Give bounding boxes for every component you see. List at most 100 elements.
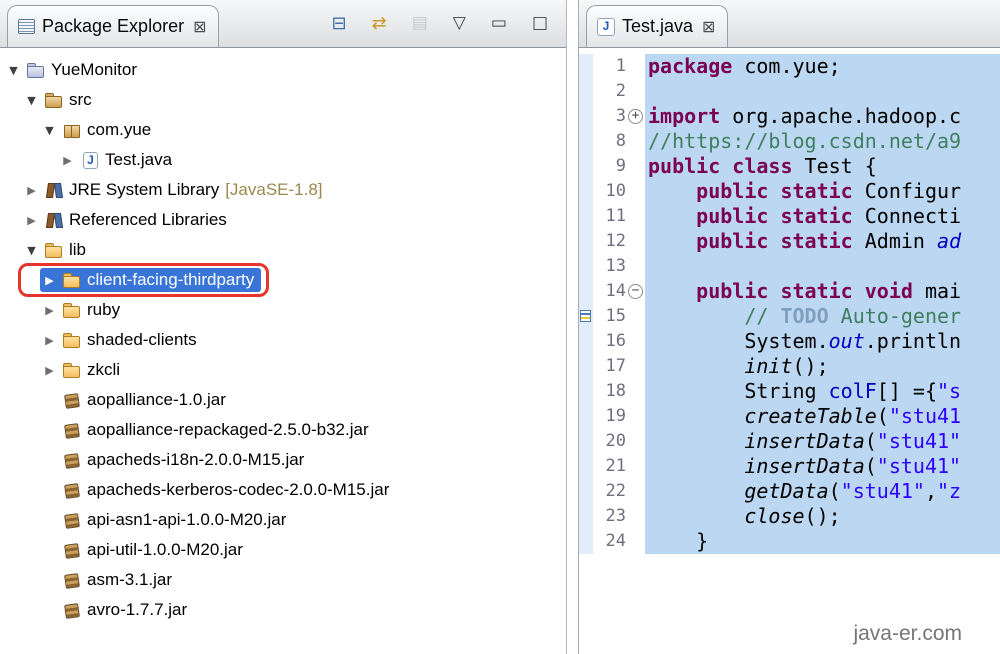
maximize-icon[interactable]: □ xyxy=(532,15,548,32)
tree-item[interactable]: asm-3.1.jar xyxy=(0,565,566,595)
code-line[interactable]: 17 init(); xyxy=(579,354,1000,379)
view-menu-icon[interactable]: ▽ xyxy=(453,15,466,32)
code-line[interactable]: 14 − public static void mai xyxy=(579,279,1000,304)
fold-marker-icon[interactable]: − xyxy=(628,284,643,299)
code-line[interactable]: 13 xyxy=(579,254,1000,279)
tree-item[interactable]: apacheds-i18n-2.0.0-M15.jar xyxy=(0,445,566,475)
tree-item-content[interactable]: asm-3.1.jar xyxy=(40,568,179,592)
tab-package-explorer[interactable]: Package Explorer ⊠ xyxy=(7,5,220,47)
tree-item[interactable]: ▼ com.yue xyxy=(0,115,566,145)
tree-item-content[interactable]: aopalliance-1.0.jar xyxy=(40,388,233,412)
close-icon[interactable]: ⊠ xyxy=(193,17,206,36)
code-line[interactable]: 2 xyxy=(579,79,1000,104)
tree-item[interactable]: ▼ lib xyxy=(0,235,566,265)
tree-item[interactable]: aopalliance-repackaged-2.5.0-b32.jar xyxy=(0,415,566,445)
minimize-icon[interactable]: ▭ xyxy=(491,15,507,32)
tree-item-icon xyxy=(63,422,81,439)
tree-item[interactable]: ▶ ruby xyxy=(0,295,566,325)
tree-item-content[interactable]: apacheds-i18n-2.0.0-M15.jar xyxy=(40,448,311,472)
tree-item[interactable]: avro-1.7.7.jar xyxy=(0,595,566,625)
tree-item-content[interactable]: ▼ com.yue xyxy=(40,118,158,142)
tree-item-content[interactable]: ▼ src xyxy=(22,88,99,112)
tree-item-content[interactable]: aopalliance-repackaged-2.5.0-b32.jar xyxy=(40,418,376,442)
tree-item-content[interactable]: ▶ client-facing-thirdparty xyxy=(18,263,270,297)
watermark: java-er.com xyxy=(853,622,962,645)
tree-item-content[interactable]: ▶ zkcli xyxy=(40,358,127,382)
tree-item-content[interactable]: avro-1.7.7.jar xyxy=(40,598,194,622)
line-number: 10 xyxy=(593,179,626,204)
tree-item[interactable]: apacheds-kerberos-codec-2.0.0-M15.jar xyxy=(0,475,566,505)
annotation-ruler-cell xyxy=(579,354,593,379)
code-text: public static void mai xyxy=(645,279,1000,304)
close-icon[interactable]: ⊠ xyxy=(702,17,715,36)
tree-item-label: ruby xyxy=(87,300,121,319)
tree-item[interactable]: ▶ Referenced Libraries xyxy=(0,205,566,235)
fold-cell xyxy=(626,79,645,104)
code-line[interactable]: 15 // TODO Auto-gener xyxy=(579,304,1000,329)
tab-test-java[interactable]: J Test.java ⊠ xyxy=(586,5,729,47)
tree-item-content[interactable]: ▶ JRE System Library [JavaSE-1.8] xyxy=(22,178,330,202)
code-line[interactable]: 1 package com.yue; xyxy=(579,54,1000,79)
annotation-ruler-cell xyxy=(579,429,593,454)
annotation-ruler-cell xyxy=(579,54,593,79)
tree-item[interactable]: ▶ JRE System Library [JavaSE-1.8] xyxy=(0,175,566,205)
expand-arrow-icon[interactable]: ▼ xyxy=(24,94,39,107)
expand-arrow-icon[interactable]: ▶ xyxy=(42,304,57,317)
code-line[interactable]: 20 insertData("stu41" xyxy=(579,429,1000,454)
tree-item-content[interactable]: api-asn1-api-1.0.0-M20.jar xyxy=(40,508,293,532)
code-line[interactable]: 3 + import org.apache.hadoop.c xyxy=(579,104,1000,129)
tree-item[interactable]: ▼ src xyxy=(0,85,566,115)
fold-marker-icon[interactable]: + xyxy=(628,109,643,124)
tree-item-content[interactable]: ▶ shaded-clients xyxy=(40,328,204,352)
expand-arrow-icon[interactable]: ▼ xyxy=(24,244,39,257)
expand-arrow-icon[interactable]: ▼ xyxy=(6,64,21,77)
code-line[interactable]: 23 close(); xyxy=(579,504,1000,529)
tree-item-content[interactable]: ▼ lib xyxy=(22,238,93,262)
line-number: 21 xyxy=(593,454,626,479)
tree-item[interactable]: api-asn1-api-1.0.0-M20.jar xyxy=(0,505,566,535)
line-number: 18 xyxy=(593,379,626,404)
package-explorer-tabbar: Package Explorer ⊠ ⊟ ⇄ ▤ ▽ ▭ □ xyxy=(0,0,566,48)
expand-arrow-icon[interactable]: ▶ xyxy=(42,364,57,377)
tree-item-icon xyxy=(63,272,81,289)
line-number: 17 xyxy=(593,354,626,379)
tree-item-label: apacheds-kerberos-codec-2.0.0-M15.jar xyxy=(87,480,390,499)
link-with-editor-icon[interactable]: ⇄ xyxy=(372,14,387,33)
code-line[interactable]: 10 public static Configur xyxy=(579,179,1000,204)
tree-item-content[interactable]: ▶ Test.java xyxy=(58,148,179,172)
tree-item-content[interactable]: api-util-1.0.0-M20.jar xyxy=(40,538,250,562)
tree-item[interactable]: ▶ shaded-clients xyxy=(0,325,566,355)
tree-item[interactable]: ▶ Test.java xyxy=(0,145,566,175)
code-line[interactable]: 16 System.out.println xyxy=(579,329,1000,354)
fold-cell xyxy=(626,129,645,154)
line-number: 11 xyxy=(593,204,626,229)
expand-arrow-icon[interactable]: ▶ xyxy=(24,184,39,197)
code-line[interactable]: 11 public static Connecti xyxy=(579,204,1000,229)
tree-item-content[interactable]: ▶ ruby xyxy=(40,298,127,322)
expand-arrow-icon[interactable]: ▼ xyxy=(42,124,57,137)
code-line[interactable]: 9 public class Test { xyxy=(579,154,1000,179)
tree-item-content[interactable]: ▶ Referenced Libraries xyxy=(22,208,234,232)
tree-item[interactable]: aopalliance-1.0.jar xyxy=(0,385,566,415)
tree-item[interactable]: ▶ client-facing-thirdparty xyxy=(0,263,566,297)
tree-item-label: zkcli xyxy=(87,360,121,379)
code-editor[interactable]: 1 package com.yue; 2 3 + import org.apac… xyxy=(579,48,1000,654)
collapse-all-icon[interactable]: ⊟ xyxy=(332,14,347,33)
expand-arrow-icon[interactable]: ▶ xyxy=(42,274,57,287)
code-line[interactable]: 8 //https://blog.csdn.net/a9 xyxy=(579,129,1000,154)
line-number: 15 xyxy=(593,304,626,329)
code-line[interactable]: 12 public static Admin ad xyxy=(579,229,1000,254)
tree-item-content[interactable]: ▼ YueMonitor xyxy=(4,58,144,82)
expand-arrow-icon[interactable]: ▶ xyxy=(42,334,57,347)
code-line[interactable]: 19 createTable("stu41 xyxy=(579,404,1000,429)
code-line[interactable]: 21 insertData("stu41" xyxy=(579,454,1000,479)
expand-arrow-icon[interactable]: ▶ xyxy=(60,154,75,167)
code-line[interactable]: 22 getData("stu41","z xyxy=(579,479,1000,504)
expand-arrow-icon[interactable]: ▶ xyxy=(24,214,39,227)
code-line[interactable]: 18 String colF[] ={"s xyxy=(579,379,1000,404)
tree-item-content[interactable]: apacheds-kerberos-codec-2.0.0-M15.jar xyxy=(40,478,396,502)
tree-item[interactable]: ▼ YueMonitor xyxy=(0,55,566,85)
tree-item[interactable]: ▶ zkcli xyxy=(0,355,566,385)
tree-item[interactable]: api-util-1.0.0-M20.jar xyxy=(0,535,566,565)
code-line[interactable]: 24 } xyxy=(579,529,1000,554)
